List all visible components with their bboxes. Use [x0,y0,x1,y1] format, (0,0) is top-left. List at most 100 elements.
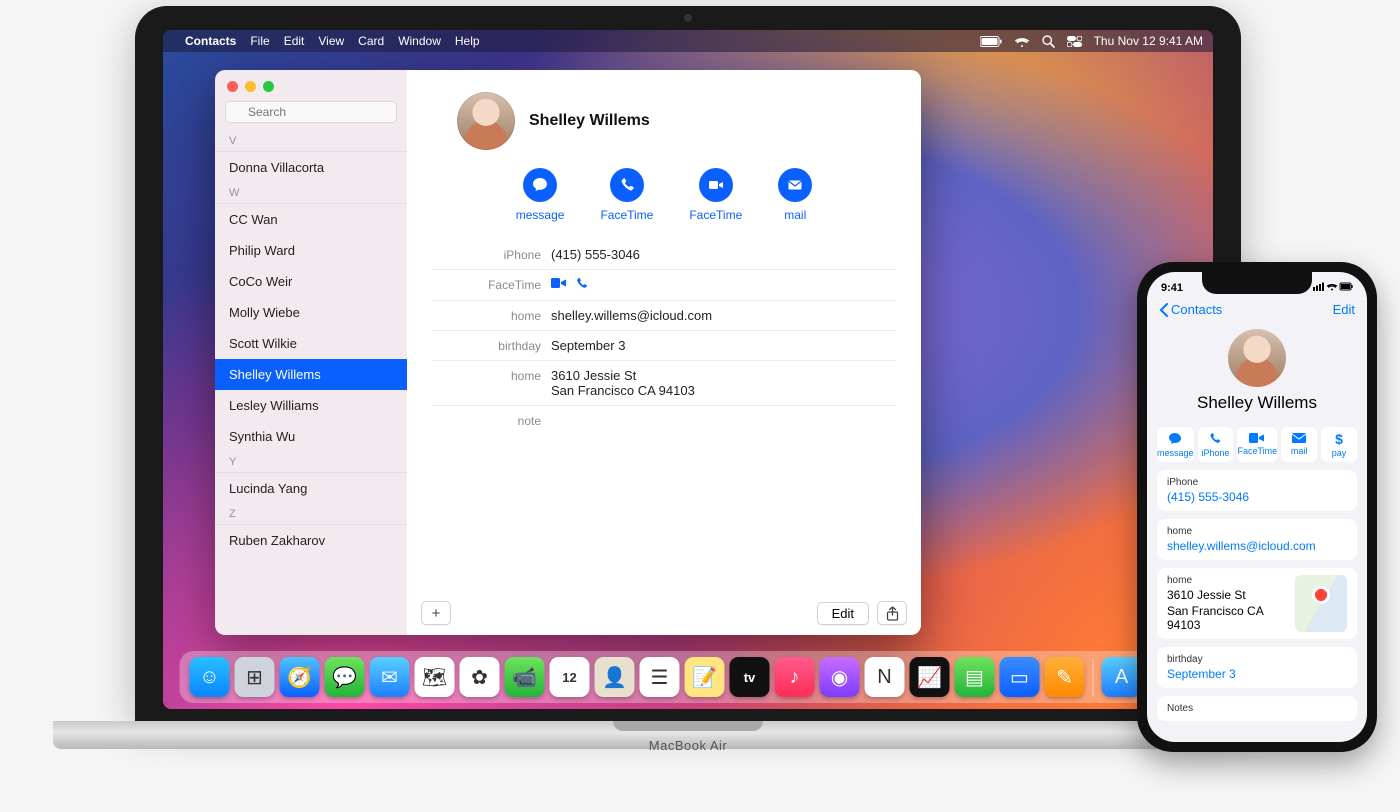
menu-card[interactable]: Card [358,34,384,48]
action-facetime-video[interactable]: FaceTime [689,168,742,222]
dock-music-icon[interactable]: ♪ [775,657,815,697]
action-label: FaceTime [600,208,653,222]
field-label: home [431,368,541,398]
dock-news-icon[interactable]: N [865,657,905,697]
field-value [551,413,897,428]
ios-back-button[interactable]: Contacts [1159,302,1222,317]
contact-row[interactable]: CC Wan [215,204,407,235]
contacts-window: VDonna VillacortaWCC WanPhilip WardCoCo … [215,70,921,635]
contact-actions: message FaceTime FaceTime [407,160,921,240]
dock-finder-icon[interactable]: ☺ [190,657,230,697]
dock-podcasts-icon[interactable]: ◉ [820,657,860,697]
section-header: W [215,183,407,204]
battery-icon[interactable] [980,34,1002,48]
ios-field-notes[interactable]: Notes [1157,696,1357,721]
dock-keynote-icon[interactable]: ▭ [1000,657,1040,697]
dock-pages-icon[interactable]: ✎ [1045,657,1085,697]
window-traffic-lights [215,70,407,98]
contacts-list[interactable]: VDonna VillacortaWCC WanPhilip WardCoCo … [215,131,407,635]
search-input[interactable] [225,101,397,123]
dock-notes-icon[interactable]: 📝 [685,657,725,697]
dock-reminders-icon[interactable]: ☰ [640,657,680,697]
field-label: home [431,308,541,323]
contact-row[interactable]: Lucinda Yang [215,473,407,504]
ios-edit-button[interactable]: Edit [1333,302,1355,317]
field-facetime[interactable]: FaceTime [431,269,897,300]
ios-action-mail[interactable]: mail [1281,427,1317,462]
fullscreen-button[interactable] [263,81,274,92]
menubar-datetime[interactable]: Thu Nov 12 9:41 AM [1094,34,1203,48]
contact-row[interactable]: Philip Ward [215,235,407,266]
ios-action-iPhone[interactable]: iPhone [1198,427,1234,462]
field-value: (415) 555-3046 [551,247,897,262]
dock-contacts-icon[interactable]: 👤 [595,657,635,697]
menu-window[interactable]: Window [398,34,441,48]
menu-help[interactable]: Help [455,34,480,48]
wifi-icon[interactable] [1014,34,1030,48]
field-birthday[interactable]: birthday September 3 [431,330,897,360]
field-note[interactable]: note [431,405,897,435]
section-header: Y [215,452,407,473]
field-phone[interactable]: iPhone (415) 555-3046 [431,240,897,269]
dock-stocks-icon[interactable]: 📈 [910,657,950,697]
facetime-video-icon[interactable] [551,277,567,293]
contact-row[interactable]: Ruben Zakharov [215,525,407,556]
macbook-frame: Contacts File Edit View Card Window Help [135,6,1241,749]
contact-row[interactable]: Synthia Wu [215,421,407,452]
dock-appstore-icon[interactable]: A [1102,657,1142,697]
ios-field-birthday[interactable]: birthday September 3 [1157,647,1357,688]
menu-file[interactable]: File [250,34,269,48]
dock-calendar-icon[interactable]: 12 [550,657,590,697]
contact-row[interactable]: Lesley Williams [215,390,407,421]
action-mail[interactable]: mail [778,168,812,222]
spotlight-icon[interactable] [1042,34,1055,48]
dock-numbers-icon[interactable]: ▤ [955,657,995,697]
iphone-screen: 9:41 Contacts Edit Shelley Willems messa [1147,272,1367,742]
dock-maps-icon[interactable]: 🗺 [415,657,455,697]
menubar-app[interactable]: Contacts [185,34,236,48]
field-value: 3610 Jessie St San Francisco CA 94103 [551,368,897,398]
menu-view[interactable]: View [318,34,344,48]
contact-row[interactable]: Donna Villacorta [215,152,407,183]
contacts-sidebar: VDonna VillacortaWCC WanPhilip WardCoCo … [215,70,407,635]
dock-mail-icon[interactable]: ✉ [370,657,410,697]
menu-edit[interactable]: Edit [284,34,305,48]
macbook-base: MacBook Air [53,721,1323,749]
map-thumbnail[interactable] [1295,575,1347,632]
minimize-button[interactable] [245,81,256,92]
close-button[interactable] [227,81,238,92]
field-address[interactable]: home 3610 Jessie St San Francisco CA 941… [431,360,897,405]
action-message[interactable]: message [516,168,565,222]
contact-avatar[interactable] [457,92,515,150]
menubar: Contacts File Edit View Card Window Help [163,30,1213,52]
control-center-icon[interactable] [1067,34,1082,48]
phone-icon [610,168,644,202]
ios-action-FaceTime[interactable]: FaceTime [1237,427,1277,462]
contact-row[interactable]: Shelley Willems [215,359,407,390]
ios-contact-avatar[interactable] [1228,329,1286,387]
dock-facetime-icon[interactable]: 📹 [505,657,545,697]
dock-tv-icon[interactable]: tv [730,657,770,697]
add-contact-button[interactable]: + [421,601,451,625]
ios-action-pay[interactable]: $pay [1321,427,1357,462]
dock-launchpad-icon[interactable]: ⊞ [235,657,275,697]
ios-contact-name: Shelley Willems [1157,393,1357,413]
dock-messages-icon[interactable]: 💬 [325,657,365,697]
dock-safari-icon[interactable]: 🧭 [280,657,320,697]
facetime-audio-icon[interactable] [575,277,588,293]
ios-field-phone[interactable]: iPhone (415) 555-3046 [1157,470,1357,511]
ios-field-address[interactable]: home 3610 Jessie St San Francisco CA 941… [1157,568,1357,639]
ios-actions: messageiPhoneFaceTimemail$pay [1157,427,1357,462]
ios-action-message[interactable]: message [1157,427,1194,462]
share-button[interactable] [877,601,907,625]
contact-row[interactable]: Molly Wiebe [215,297,407,328]
contact-row[interactable]: CoCo Weir [215,266,407,297]
field-email[interactable]: home shelley.willems@icloud.com [431,300,897,330]
ios-field-email[interactable]: home shelley.willems@icloud.com [1157,519,1357,560]
contact-fields: iPhone (415) 555-3046 FaceTime home [407,240,921,435]
action-facetime-audio[interactable]: FaceTime [600,168,653,222]
edit-button[interactable]: Edit [817,602,869,625]
ios-status-icons [1313,282,1353,295]
dock-photos-icon[interactable]: ✿ [460,657,500,697]
contact-row[interactable]: Scott Wilkie [215,328,407,359]
